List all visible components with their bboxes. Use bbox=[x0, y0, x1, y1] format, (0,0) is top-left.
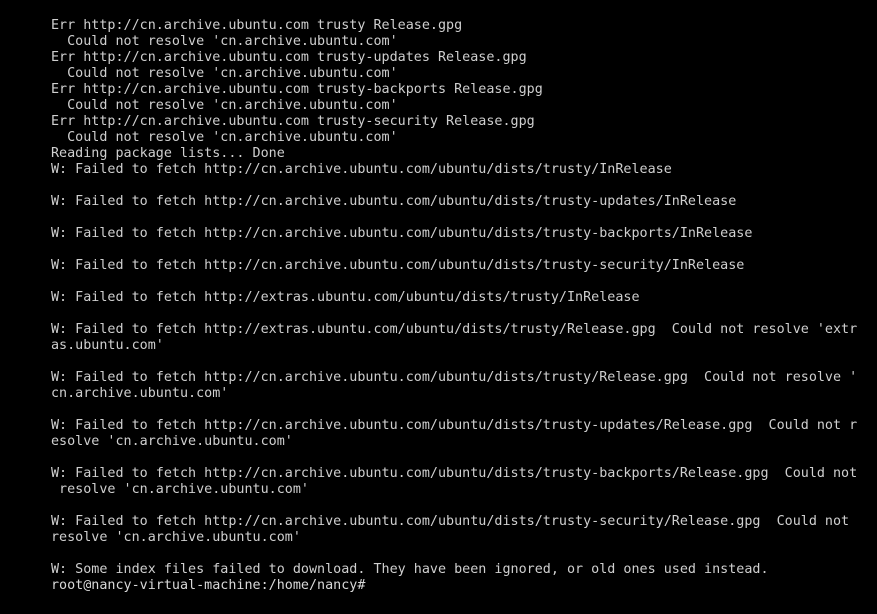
output-line: W: Failed to fetch http://cn.archive.ubu… bbox=[51, 370, 858, 385]
output-line: W: Failed to fetch http://cn.archive.ubu… bbox=[51, 258, 745, 273]
output-line: W: Failed to fetch http://cn.archive.ubu… bbox=[51, 162, 672, 177]
output-line: Err http://cn.archive.ubuntu.com trusty-… bbox=[51, 82, 543, 97]
output-line: esolve 'cn.archive.ubuntu.com' bbox=[51, 434, 293, 449]
output-line: W: Failed to fetch http://cn.archive.ubu… bbox=[51, 194, 737, 209]
output-line: cn.archive.ubuntu.com' bbox=[51, 386, 229, 401]
output-line: W: Failed to fetch http://cn.archive.ubu… bbox=[51, 418, 858, 433]
output-line: W: Some index files failed to download. … bbox=[51, 562, 769, 577]
output-line: resolve 'cn.archive.ubuntu.com' bbox=[51, 482, 309, 497]
output-line: Could not resolve 'cn.archive.ubuntu.com… bbox=[51, 66, 398, 81]
output-line: W: Failed to fetch http://extras.ubuntu.… bbox=[51, 290, 640, 305]
output-line: Reading package lists... Done bbox=[51, 146, 285, 161]
output-line: Could not resolve 'cn.archive.ubuntu.com… bbox=[51, 130, 398, 145]
output-line: as.ubuntu.com' bbox=[51, 338, 164, 353]
output-line: Err http://cn.archive.ubuntu.com trusty-… bbox=[51, 114, 535, 129]
output-line: resolve 'cn.archive.ubuntu.com' bbox=[51, 530, 301, 545]
output-line: W: Failed to fetch http://cn.archive.ubu… bbox=[51, 514, 850, 529]
output-line: W: Failed to fetch http://extras.ubuntu.… bbox=[51, 322, 858, 337]
output-line: Could not resolve 'cn.archive.ubuntu.com… bbox=[51, 98, 398, 113]
output-line: Err http://cn.archive.ubuntu.com trusty … bbox=[51, 18, 463, 33]
shell-prompt[interactable]: root@nancy-virtual-machine:/home/nancy# bbox=[51, 578, 861, 594]
output-line: Could not resolve 'cn.archive.ubuntu.com… bbox=[51, 34, 398, 49]
output-line: W: Failed to fetch http://cn.archive.ubu… bbox=[51, 226, 753, 241]
output-line: Err http://cn.archive.ubuntu.com trusty-… bbox=[51, 50, 527, 65]
output-line: W: Failed to fetch http://cn.archive.ubu… bbox=[51, 466, 858, 481]
terminal-output[interactable]: Err http://cn.archive.ubuntu.com trusty … bbox=[51, 18, 861, 594]
